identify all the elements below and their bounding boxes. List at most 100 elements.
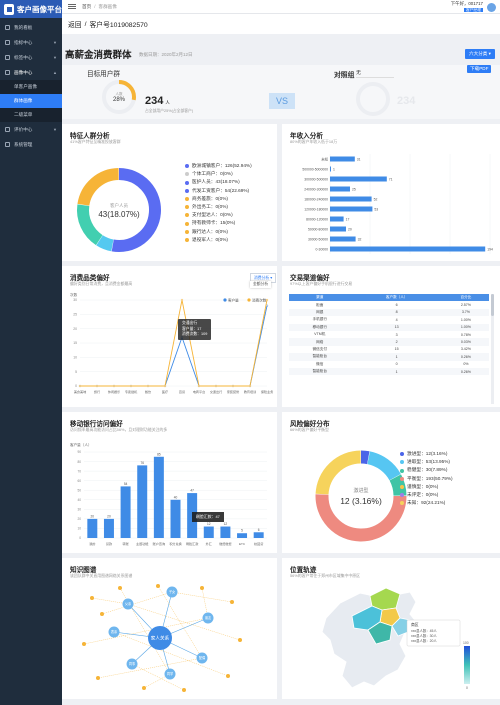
table-row[interactable]: 微信 0 0% — [289, 361, 489, 368]
series-point — [214, 384, 218, 388]
topbar-home[interactable]: 首页 — [82, 4, 91, 10]
table-row[interactable]: 网络 2 0.03% — [289, 338, 489, 346]
table-cell: 3 — [395, 332, 398, 337]
subnav-level2[interactable]: 二级菜单 — [0, 108, 62, 122]
legend-item[interactable]: 支付型达人：0(0%) — [185, 211, 252, 219]
table-row[interactable]: 微信支付 15 3.42% — [289, 346, 489, 353]
graph-node-label: 配偶 — [199, 655, 205, 660]
risk-panel: 风险偏好分布 66%的客户偏好平衡型 激进型 12 (3.16%) 激进型：12… — [282, 412, 500, 553]
legend-dot — [400, 460, 404, 465]
nav-tags[interactable]: 标签中心 ▼ — [0, 50, 62, 65]
table-row[interactable]: 智能柜台 1 0.26% — [289, 353, 489, 361]
graph-edge-dashed — [131, 663, 185, 691]
legend-item[interactable]: 跟行达人：0(0%) — [185, 228, 252, 236]
legend-item[interactable]: 谨慎型：0(0%) — [400, 483, 453, 491]
bar — [330, 166, 331, 172]
knowledge-graph: 父亲 子女朋友配偶同学 同事 表亲家人关系 — [82, 584, 242, 692]
tick-label: 25 — [73, 313, 77, 317]
category-select[interactable]: 六大分类 ▾ — [465, 49, 495, 59]
nav-portrait[interactable]: 画像中心 ▲ — [0, 65, 62, 80]
table-row[interactable]: 移动银行 13 1.00% — [289, 323, 489, 331]
table-cell: 智能柜台 — [312, 354, 327, 359]
legend-text: 持有教师卡：15(0%) — [192, 220, 236, 226]
legend-dot — [400, 452, 404, 457]
table-cell: 0.26% — [460, 369, 472, 374]
table-cell: 0 — [395, 362, 398, 367]
subnav-single[interactable]: 单客户画像 — [0, 80, 62, 94]
bar — [330, 196, 372, 202]
tick-label: 120000-180000 — [304, 207, 328, 211]
tick-label: 保险业务 — [261, 389, 273, 394]
nav-dashboard[interactable]: 我的看板 — [0, 20, 62, 35]
donut-segment — [77, 204, 103, 246]
tick-label: 70 — [77, 469, 81, 473]
tick-label: 外汇 — [206, 541, 212, 546]
graph-leaf — [142, 686, 146, 690]
nav-label: 指标中心 — [14, 39, 33, 45]
tick-label: 专卖健机 — [125, 389, 138, 394]
table-row[interactable]: 柜面 6 2.57% — [289, 301, 489, 308]
data-label: 12 — [224, 522, 228, 526]
legend-item[interactable]: 持有教师卡：15(0%) — [185, 219, 252, 227]
compare-select[interactable]: 无 — [356, 69, 394, 78]
legend-item[interactable]: 个体工商户：0(0%) — [185, 170, 252, 178]
legend-dot — [185, 213, 189, 218]
tick-label: 180000-240000 — [304, 197, 328, 201]
scrollbar[interactable] — [491, 294, 494, 404]
consume-tooltip: 交通出行 客户量：17 消费次数：109 — [178, 319, 212, 340]
table-row[interactable]: 智能柜台 1 0.26% — [289, 367, 489, 376]
legend-item[interactable]: 未知：92(24.21%) — [400, 499, 453, 507]
download-pdf-button[interactable]: 下载PDF — [467, 65, 492, 73]
legend-item[interactable]: 医护人员：43(18.07%) — [185, 178, 252, 186]
map-region-base[interactable] — [321, 587, 419, 689]
table-row[interactable]: 网银 8 3.7% — [289, 308, 489, 317]
legend-item[interactable]: 未评定：0(0%) — [400, 491, 453, 499]
tick-label: 20 — [73, 327, 77, 331]
compare-ring — [356, 82, 390, 116]
tick-label: 40 — [77, 498, 81, 502]
features-subtitle: 41%客户特征至精准投放客群 — [70, 139, 121, 144]
tick-label: 旅行 — [94, 389, 100, 394]
table-cell: 1.00% — [460, 325, 472, 330]
bar — [170, 499, 181, 538]
legend-item[interactable]: 商务差旅：0(0%) — [185, 195, 252, 203]
table-cell: 网络 — [316, 339, 324, 344]
legend-item[interactable]: 稳健型：30(7.89%) — [400, 466, 453, 474]
table-cell: 15 — [394, 347, 399, 352]
bar — [203, 526, 214, 538]
tick-label: 刷脸汇款 — [186, 541, 198, 546]
avatar[interactable] — [487, 2, 496, 12]
graph-node-label: 表亲 — [111, 629, 117, 634]
nav-label: 标签中心 — [14, 54, 33, 60]
legend-dot — [185, 237, 189, 242]
legend-item[interactable]: 进取型：53(13.95%) — [400, 458, 453, 466]
legend-item[interactable]: 代发工资客户：54(22.69%) — [185, 187, 252, 195]
nav-metrics[interactable]: 指标中心 ▼ — [0, 35, 62, 50]
location-panel: 位置轨迹 56%的客户常住于郑州市区域集中中原区 商区 xxx县人数：45人 x… — [282, 558, 500, 699]
bar — [330, 156, 355, 162]
tick-label: 餐饮 — [145, 389, 152, 394]
map-scale-bar[interactable] — [464, 646, 470, 684]
legend-dot — [400, 476, 404, 481]
logo[interactable]: 客户画像平台 — [0, 0, 62, 18]
legend-item[interactable]: 平衡型：193(50.79%) — [400, 475, 453, 483]
legend-text: 进取型：53(13.95%) — [407, 459, 450, 465]
legend-item[interactable]: 欧洲城镇客户：126(52.94%) — [185, 162, 252, 170]
table-row[interactable]: 手机银行 4 1.00% — [289, 316, 489, 323]
legend-item[interactable]: 外出务工：0(0%) — [185, 203, 252, 211]
graph-node-label: 同学 — [167, 671, 173, 676]
legend-text: 跟行达人：0(0%) — [192, 228, 228, 234]
nav-system[interactable]: 系统管理 — [0, 137, 62, 152]
user-menu[interactable]: 下午好，001717 客户经理 — [451, 1, 496, 13]
pie-slice — [367, 451, 401, 481]
menu-icon[interactable] — [68, 4, 76, 9]
table-row[interactable]: VTM机 3 0.78% — [289, 331, 489, 338]
nav-evaluation[interactable]: 评价中心 ▼ — [0, 122, 62, 137]
legend-item[interactable]: 激进型：12(3.16%) — [400, 450, 453, 458]
back-link[interactable]: 返回 — [68, 19, 82, 29]
subnav-group[interactable]: 群体画像 — [0, 94, 62, 108]
legend-item[interactable]: 退役军人：0(0%) — [185, 236, 252, 244]
legend-text: 稳健型：30(7.89%) — [407, 467, 448, 473]
table-cell: 柜面 — [316, 302, 324, 307]
donut-segment — [77, 168, 120, 206]
